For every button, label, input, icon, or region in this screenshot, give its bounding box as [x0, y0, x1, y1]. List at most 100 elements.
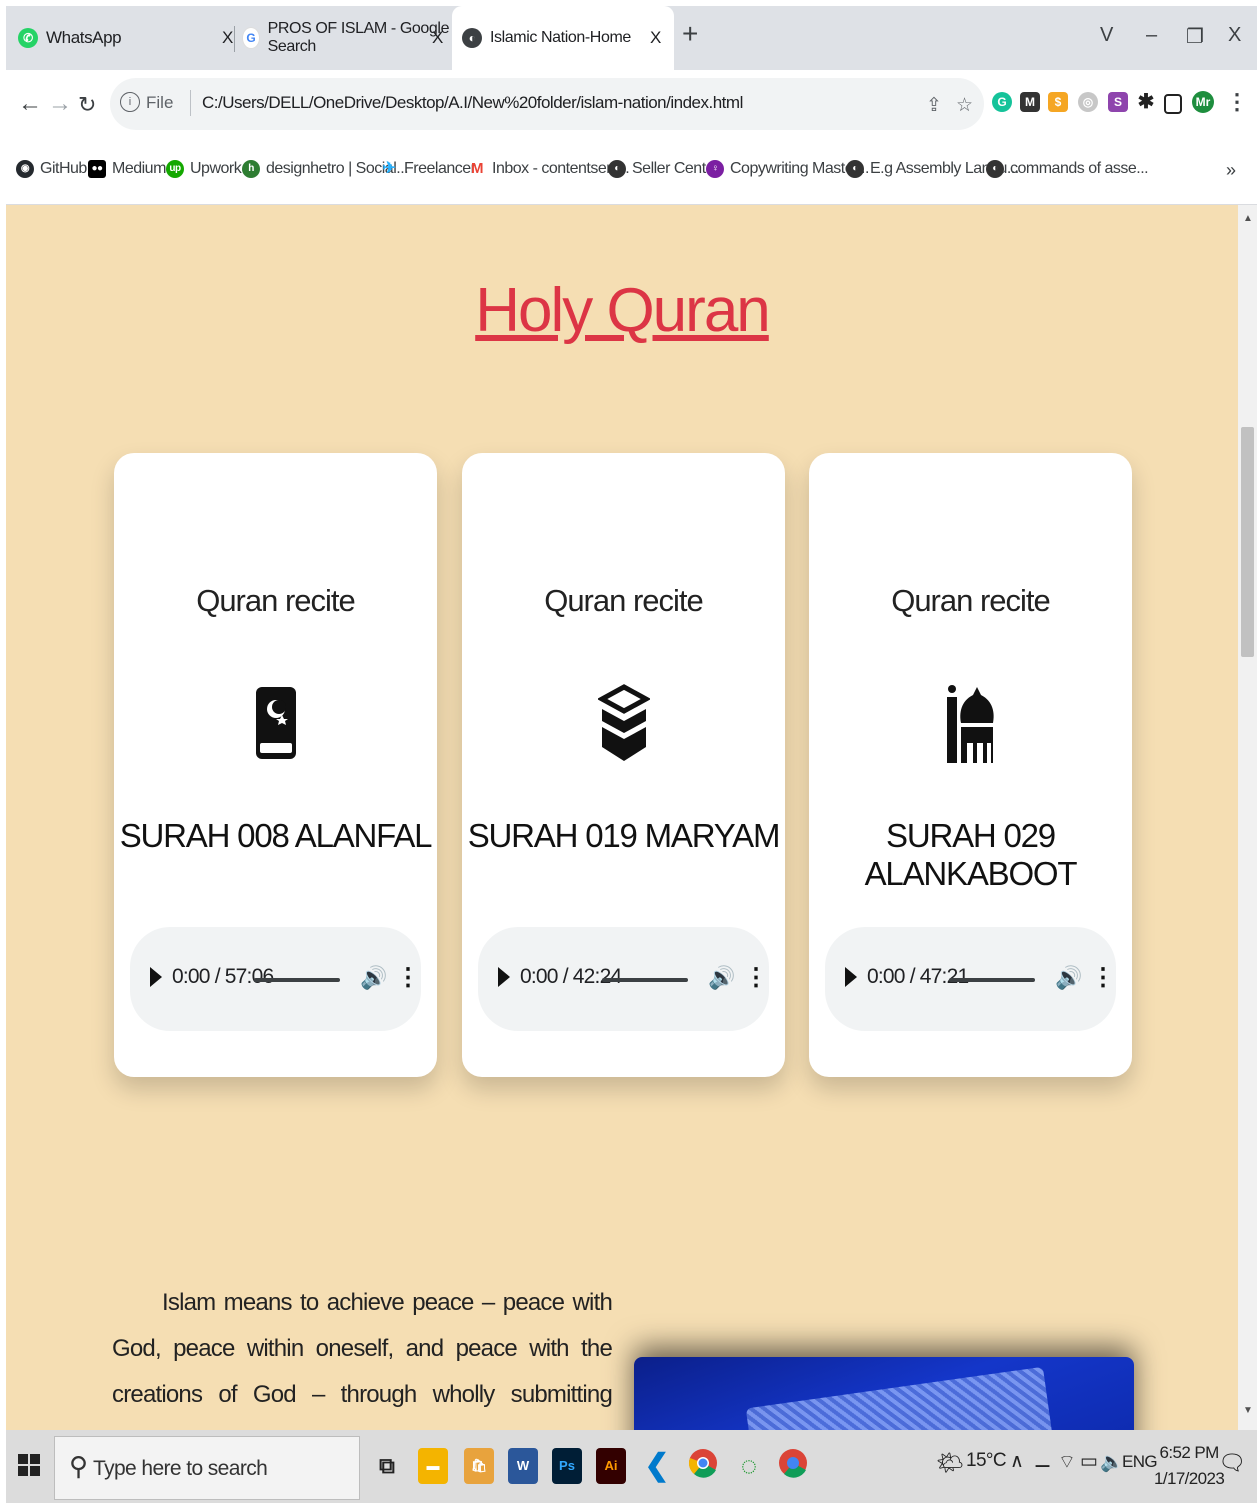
reload-icon[interactable]: ↻: [78, 92, 96, 118]
gmail-icon: M: [471, 160, 484, 177]
tab-islamic-nation[interactable]: ◐ Islamic Nation-Home X: [452, 6, 674, 70]
m-extension-icon[interactable]: M: [1020, 92, 1040, 112]
page-viewport: Holy Quran Quran recite SURAH 008 ALANFA…: [6, 205, 1238, 1430]
illustrator-icon[interactable]: Ai: [596, 1448, 626, 1484]
scroll-down-icon[interactable]: ▼: [1243, 1405, 1253, 1416]
bookmark-upwork[interactable]: up Upwork: [166, 160, 242, 178]
file-explorer-icon[interactable]: ▬: [418, 1448, 448, 1484]
freelancer-icon: ✈: [382, 160, 396, 177]
bookmark-freelancer[interactable]: ✈ Freelancer: [380, 160, 476, 178]
battery-icon[interactable]: ▭: [1080, 1450, 1098, 1473]
progress-slider[interactable]: [602, 978, 688, 982]
share-icon[interactable]: ⇪: [926, 94, 942, 117]
forward-arrow-icon[interactable]: →: [48, 90, 72, 118]
tab-google-search[interactable]: G PROS OF ISLAM - Google Search X: [242, 6, 450, 70]
seo-extension-icon[interactable]: $: [1048, 92, 1068, 112]
close-icon[interactable]: X: [222, 28, 233, 48]
play-icon[interactable]: [845, 967, 857, 987]
more-options-icon[interactable]: ⋮: [744, 963, 768, 992]
scrollbar-thumb[interactable]: [1241, 427, 1254, 657]
article-text: Islam means to achieve peace – peace wit…: [112, 1289, 613, 1430]
audio-player[interactable]: 0:00 / 42:24 🔊 ⋮: [478, 927, 769, 1031]
audio-player[interactable]: 0:00 / 57:06 🔊 ⋮: [130, 927, 421, 1031]
side-panel-icon[interactable]: [1164, 94, 1182, 114]
show-hidden-icons[interactable]: ∧: [1010, 1450, 1024, 1473]
quran-book-picture: [745, 1366, 1063, 1430]
vertical-scrollbar[interactable]: ▲ ▼: [1238, 205, 1257, 1430]
weather-temp[interactable]: 15°C: [966, 1450, 1007, 1472]
bookmark-copywriting[interactable]: ♀ Copywriting Master...: [706, 160, 869, 178]
notifications-icon[interactable]: 🗨: [1218, 1450, 1246, 1476]
copywriting-icon: ♀: [706, 160, 724, 178]
scroll-up-icon[interactable]: ▲: [1243, 213, 1253, 224]
medium-icon: ●●: [88, 160, 106, 178]
more-options-icon[interactable]: ⋮: [1091, 963, 1115, 992]
grammarly-extension-icon[interactable]: G: [992, 92, 1012, 112]
audio-player[interactable]: 0:00 / 47:21 🔊 ⋮: [825, 927, 1116, 1031]
play-icon[interactable]: [150, 967, 162, 987]
wifi-icon[interactable]: ⌔: [1058, 1450, 1076, 1474]
page-title[interactable]: Holy Quran: [6, 275, 1238, 346]
profile-avatar[interactable]: Mr: [1192, 91, 1214, 113]
close-icon[interactable]: X: [650, 28, 661, 48]
windows-start-icon[interactable]: [18, 1454, 40, 1476]
restore-button[interactable]: ❐: [1186, 24, 1204, 49]
back-arrow-icon[interactable]: ←: [18, 90, 42, 118]
chrome-icon[interactable]: [688, 1448, 718, 1484]
bookmark-commands[interactable]: ◐ commands of asse...: [986, 160, 1149, 178]
s-extension-icon[interactable]: S: [1108, 92, 1128, 112]
bookmark-seller-center[interactable]: ◐ Seller Center: [608, 160, 719, 178]
minimize-button[interactable]: –: [1146, 24, 1157, 47]
store-icon[interactable]: 🛍: [464, 1448, 494, 1484]
close-window-button[interactable]: X: [1228, 24, 1241, 47]
language-indicator[interactable]: ENG: [1122, 1452, 1158, 1472]
task-view-icon[interactable]: ⧉: [372, 1448, 402, 1484]
tab-whatsapp[interactable]: ✆ WhatsApp X: [18, 6, 238, 70]
card-label: Quran recite: [891, 583, 1051, 618]
clock-time: 6:52 PM: [1159, 1443, 1220, 1462]
ring-app-icon[interactable]: ◌: [734, 1448, 764, 1484]
bookmarks-overflow-button[interactable]: »: [1226, 160, 1236, 181]
star-icon[interactable]: ☆: [956, 94, 973, 117]
address-bar[interactable]: i File C:/Users/DELL/OneDrive/Desktop/A.…: [110, 78, 984, 130]
puzzle-icon[interactable]: ✱: [1136, 92, 1156, 112]
taskbar-search-input[interactable]: ⚲ Type here to search: [54, 1436, 360, 1500]
scheme-label: File: [146, 93, 174, 112]
new-tab-button[interactable]: +: [682, 18, 698, 50]
tab-title: WhatsApp: [46, 28, 122, 47]
url-text[interactable]: C:/Users/DELL/OneDrive/Desktop/A.I/New%2…: [202, 93, 743, 113]
volume-icon[interactable]: 🔊: [708, 965, 735, 991]
globe-icon: ◐: [462, 28, 482, 48]
bookmark-medium[interactable]: ●● Medium: [88, 160, 166, 178]
speaker-icon[interactable]: 🔈: [1100, 1450, 1124, 1474]
bookmark-inbox[interactable]: M Inbox - contentserv...: [468, 160, 630, 178]
tab-title: PROS OF ISLAM - Google Search: [267, 20, 450, 55]
vscode-icon[interactable]: ❮: [642, 1448, 672, 1484]
tab-title: Islamic Nation-Home: [490, 29, 631, 46]
audio-time: 0:00 / 47:21: [867, 965, 969, 988]
word-icon[interactable]: W: [508, 1448, 538, 1484]
menu-kebab-icon[interactable]: ⋮: [1226, 91, 1248, 113]
bookmarks-bar: ◉ GitHub ●● Medium up Upwork h designhetro |…: [6, 144, 1257, 205]
weather-icon[interactable]: 🌤: [936, 1450, 964, 1476]
chrome-profile-icon[interactable]: [778, 1448, 808, 1484]
volume-icon[interactable]: 🔊: [1055, 965, 1082, 991]
progress-slider[interactable]: [949, 978, 1035, 982]
info-icon[interactable]: i: [120, 92, 140, 112]
bookmark-label: Freelancer: [404, 160, 476, 177]
globe-icon: ◐: [846, 160, 864, 178]
progress-slider[interactable]: [254, 978, 340, 982]
shield-extension-icon[interactable]: ◎: [1078, 92, 1098, 112]
more-options-icon[interactable]: ⋮: [396, 963, 420, 992]
play-icon[interactable]: [498, 967, 510, 987]
whatsapp-icon: ✆: [18, 28, 38, 48]
bookmark-github[interactable]: ◉ GitHub: [16, 160, 87, 178]
system-clock[interactable]: 6:52 PM 1/17/2023: [1154, 1440, 1225, 1492]
surah-title: SURAH 019 MARYAM: [467, 817, 781, 854]
network-icon[interactable]: ⚊: [1034, 1450, 1051, 1473]
close-icon[interactable]: X: [432, 28, 443, 48]
mosque-icon: [947, 685, 994, 763]
volume-icon[interactable]: 🔊: [360, 965, 387, 991]
tab-search-dropdown[interactable]: V: [1100, 24, 1113, 47]
photoshop-icon[interactable]: Ps: [552, 1448, 582, 1484]
